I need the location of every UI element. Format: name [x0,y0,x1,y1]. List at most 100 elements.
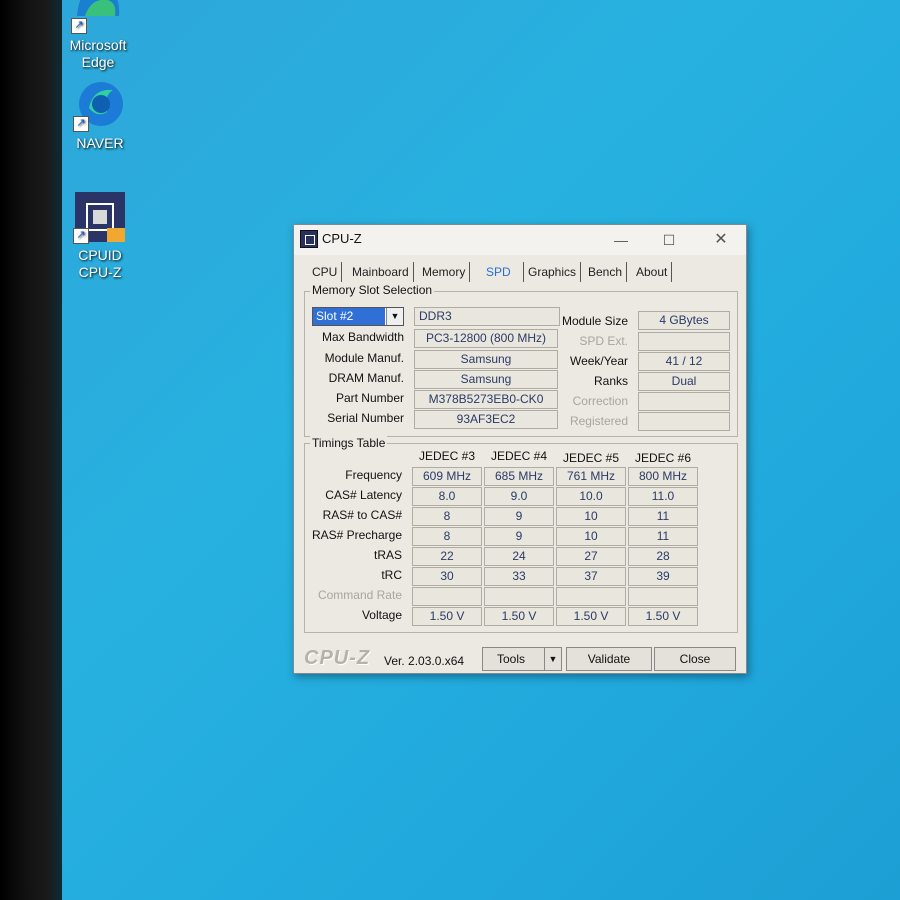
shortcut-arrow-icon: ↗ [73,116,89,132]
timing-cell: 30 [412,567,482,586]
spd-ext-label: SPD Ext. [579,334,628,348]
timing-cell: 22 [412,547,482,566]
desktop-icon-label: Microsoft [69,37,127,53]
jedec-column-header: JEDEC #5 [562,451,620,465]
memory-type-field: DDR3 [414,307,560,326]
title-bar[interactable]: CPU-Z — ☐ ✕ [294,225,746,255]
timing-row-label: tRC [381,568,402,582]
timing-cell: 10 [556,527,626,546]
tab-graphics[interactable]: Graphics [528,262,582,282]
timing-cell: 11 [628,507,698,526]
minimize-icon[interactable]: — [606,229,636,251]
dram-manuf-value: Samsung [414,370,558,389]
module-size-label: Module Size [561,314,628,328]
timings-group-label: Timings Table [310,436,388,450]
timing-cell: 24 [484,547,554,566]
timing-cell: 11.0 [628,487,698,506]
edge-icon: ↗ [71,0,125,34]
tab-bench[interactable]: Bench [588,262,628,282]
serial-number-value: 93AF3EC2 [414,410,558,429]
timing-cell: 8 [412,507,482,526]
timing-cell: 1.50 V [412,607,482,626]
desktop-icon-naver[interactable]: ↗ NAVER [60,78,140,152]
timing-cell: 1.50 V [556,607,626,626]
tab-cpu[interactable]: CPU [312,262,343,282]
registered-label: Registered [569,414,628,428]
cpuz-app-icon [300,230,318,248]
timing-cell: 685 MHz [484,467,554,486]
desktop-icon-label: NAVER [76,135,124,151]
bottom-bar: CPU-Z Ver. 2.03.0.x64 Tools ▼ Validate C… [294,643,746,673]
timing-cell: 37 [556,567,626,586]
timing-cell: 39 [628,567,698,586]
chevron-down-icon[interactable]: ▼ [386,308,403,325]
timing-row-label: RAS# to CAS# [322,508,402,522]
timing-cell: 9.0 [484,487,554,506]
tab-about[interactable]: About [636,262,673,282]
cpuz-logo: CPU-Z [304,647,371,669]
slot-select-value: Slot #2 [313,308,385,325]
jedec-column-header: JEDEC #4 [490,449,548,463]
timing-row-label: CAS# Latency [325,488,402,502]
close-icon[interactable]: ✕ [706,229,736,251]
max-bandwidth-label: Max Bandwidth [321,330,404,344]
chevron-down-icon[interactable]: ▼ [544,648,561,670]
tab-mainboard[interactable]: Mainboard [352,262,414,282]
window-title: CPU-Z [322,231,362,246]
desktop-icon-cpuz[interactable]: ↗ CPUID CPU-Z [60,190,140,281]
slot-select[interactable]: Slot #2 ▼ [312,307,404,326]
naver-whale-icon: ↗ [73,78,127,132]
timing-cell: 609 MHz [412,467,482,486]
part-number-label: Part Number [335,391,404,405]
timing-cell: 1.50 V [628,607,698,626]
correction-label: Correction [572,394,628,408]
timing-row-label: Voltage [361,608,402,622]
timing-cell: 9 [484,507,554,526]
tools-button-label: Tools [497,652,526,666]
timing-cell: 27 [556,547,626,566]
tools-button[interactable]: Tools ▼ [482,647,562,671]
desktop-icon-edge[interactable]: ↗ Microsoft Edge [58,0,138,71]
ranks-label: Ranks [593,374,628,388]
validate-button[interactable]: Validate [566,647,652,671]
timing-cell [484,587,554,606]
close-button[interactable]: Close [654,647,736,671]
timing-cell [412,587,482,606]
desktop-icon-label: Edge [81,54,115,70]
timing-cell: 10 [556,507,626,526]
max-bandwidth-value: PC3-12800 (800 MHz) [414,329,558,348]
week-year-value: 41 / 12 [638,352,730,371]
timing-cell: 8 [412,527,482,546]
module-manuf-value: Samsung [414,350,558,369]
timing-cell: 10.0 [556,487,626,506]
shortcut-arrow-icon: ↗ [73,228,89,244]
timing-cell: 9 [484,527,554,546]
timing-row-label: RAS# Precharge [311,528,402,542]
dram-manuf-label: DRAM Manuf. [328,371,404,385]
shortcut-arrow-icon: ↗ [71,18,87,34]
tab-memory[interactable]: Memory [422,262,471,282]
spd-ext-value [638,332,730,351]
cpuz-icon: ↗ [73,190,127,244]
ranks-value: Dual [638,372,730,391]
tab-spd[interactable]: SPD [486,262,524,282]
serial-number-label: Serial Number [327,411,404,425]
timing-cell: 761 MHz [556,467,626,486]
timing-row-label: tRAS [373,548,402,562]
timing-cell [556,587,626,606]
desktop-icon-label: CPUID [78,247,122,263]
timing-cell [628,587,698,606]
timing-row-label: Frequency [345,468,402,482]
timing-cell: 28 [628,547,698,566]
maximize-icon[interactable]: ☐ [654,229,684,251]
timing-cell: 11 [628,527,698,546]
timing-row-label: Command Rate [317,588,402,602]
jedec-column-header: JEDEC #6 [634,451,692,465]
week-year-label: Week/Year [569,354,628,368]
part-number-value: M378B5273EB0-CK0 [414,390,558,409]
jedec-column-header: JEDEC #3 [418,449,476,463]
correction-value [638,392,730,411]
module-manuf-label: Module Manuf. [324,351,404,365]
timing-cell: 1.50 V [484,607,554,626]
timing-cell: 33 [484,567,554,586]
